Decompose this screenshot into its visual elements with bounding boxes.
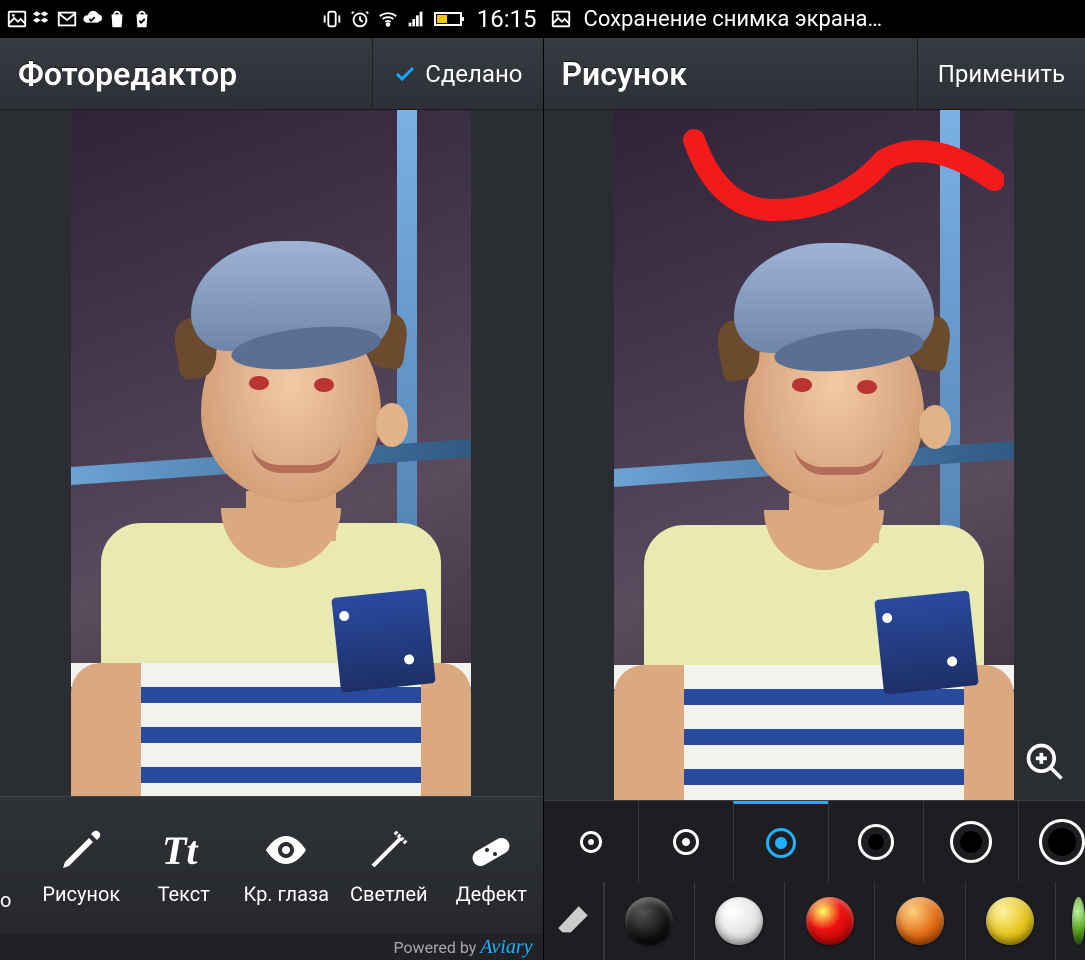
color-red[interactable] <box>784 882 874 960</box>
apply-button-label: Применить <box>938 60 1065 88</box>
text-icon: Tt <box>160 826 208 874</box>
tool-blemish-label: Дефект <box>456 882 527 906</box>
color-yellow[interactable] <box>965 882 1055 960</box>
color-orange[interactable] <box>874 882 964 960</box>
color-white[interactable] <box>694 882 784 960</box>
photo <box>71 110 471 796</box>
screen-photo-editor: 16:15 Фоторедактор Сделано о <box>0 0 543 960</box>
statusbar: 16:15 <box>0 0 543 38</box>
done-button[interactable]: Сделано <box>372 38 542 109</box>
bandaid-icon <box>467 826 515 874</box>
status-saving-text: Сохранение снимка экрана… <box>584 7 883 32</box>
brush-size-4[interactable] <box>828 801 923 882</box>
eraser-button[interactable] <box>544 882 604 960</box>
brush-size-5[interactable] <box>923 801 1018 882</box>
vibrate-icon <box>321 8 343 30</box>
tool-text[interactable]: Tt Текст <box>133 826 236 906</box>
tool-whiten-label: Светлей <box>350 882 428 906</box>
toothbrush-icon <box>365 826 413 874</box>
wifi-icon <box>377 8 399 30</box>
tool-whiten[interactable]: Светлей <box>338 826 441 906</box>
zoom-in-button[interactable] <box>1017 734 1073 790</box>
aviary-brand: Aviary <box>480 936 532 959</box>
eraser-icon <box>556 904 590 938</box>
apply-button[interactable]: Применить <box>917 38 1085 109</box>
draw-canvas[interactable] <box>544 110 1085 800</box>
powered-by-footer: Powered by Aviary <box>0 934 543 960</box>
signal-icon <box>405 8 427 30</box>
statusbar: Сохранение снимка экрана… <box>544 0 1085 38</box>
alarm-icon <box>349 8 371 30</box>
dropbox-icon <box>31 8 53 30</box>
check-icon <box>393 62 417 86</box>
brush-size-1[interactable] <box>544 801 638 882</box>
tool-draw-label: Рисунок <box>42 882 120 906</box>
header: Фоторедактор Сделано <box>0 38 543 110</box>
editor-toolbar: о Рисунок Tt Текст Кр. глаза Светлей Деф… <box>0 796 543 934</box>
tool-text-label: Текст <box>158 882 210 906</box>
tool-blemish[interactable]: Дефект <box>440 826 543 906</box>
status-clock: 16:15 <box>477 5 537 33</box>
brush-size-row <box>544 800 1085 882</box>
color-black[interactable] <box>604 882 694 960</box>
powered-by-label: Powered by <box>393 938 476 957</box>
eye-icon <box>262 826 310 874</box>
toolbar-item-partial[interactable]: о <box>0 797 30 934</box>
tool-redeye[interactable]: Кр. глаза <box>235 826 338 906</box>
check-cloud-icon <box>81 8 103 30</box>
tool-draw[interactable]: Рисунок <box>30 826 133 906</box>
zoom-in-icon <box>1023 740 1067 784</box>
photo <box>614 110 1014 800</box>
shopping-bag-check-icon <box>131 8 153 30</box>
screen-draw: Сохранение снимка экрана… Рисунок Примен… <box>543 0 1085 960</box>
color-row <box>544 882 1085 960</box>
photo-canvas[interactable] <box>0 110 543 796</box>
tool-redeye-label: Кр. глаза <box>243 882 329 906</box>
color-partial[interactable] <box>1055 882 1085 960</box>
svg-text:Tt: Tt <box>162 828 199 873</box>
brush-size-3[interactable] <box>733 801 828 882</box>
header: Рисунок Применить <box>544 38 1085 110</box>
battery-icon <box>433 8 467 30</box>
page-title: Рисунок <box>544 55 917 93</box>
shopping-bag-icon <box>106 8 128 30</box>
done-button-label: Сделано <box>425 60 522 88</box>
brush-size-partial[interactable] <box>1018 801 1085 882</box>
image-icon <box>550 8 572 30</box>
page-title: Фоторедактор <box>0 55 372 93</box>
image-icon <box>6 8 28 30</box>
brush-size-2[interactable] <box>638 801 733 882</box>
pencil-icon <box>57 826 105 874</box>
gmail-icon <box>56 8 78 30</box>
